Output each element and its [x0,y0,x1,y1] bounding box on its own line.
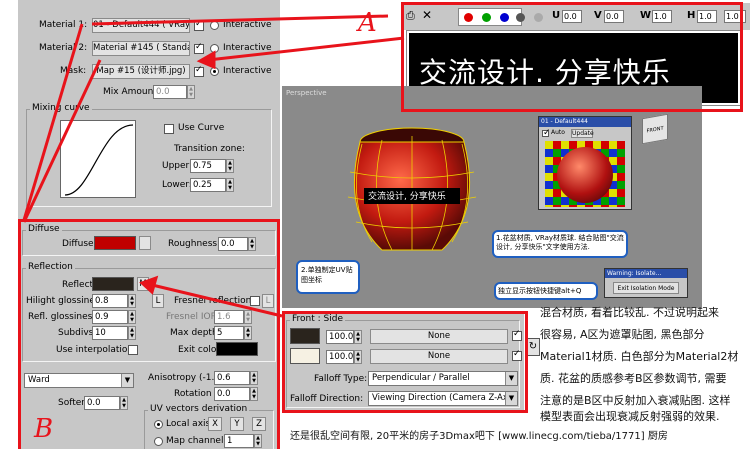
annotation-arrows [22,14,405,318]
